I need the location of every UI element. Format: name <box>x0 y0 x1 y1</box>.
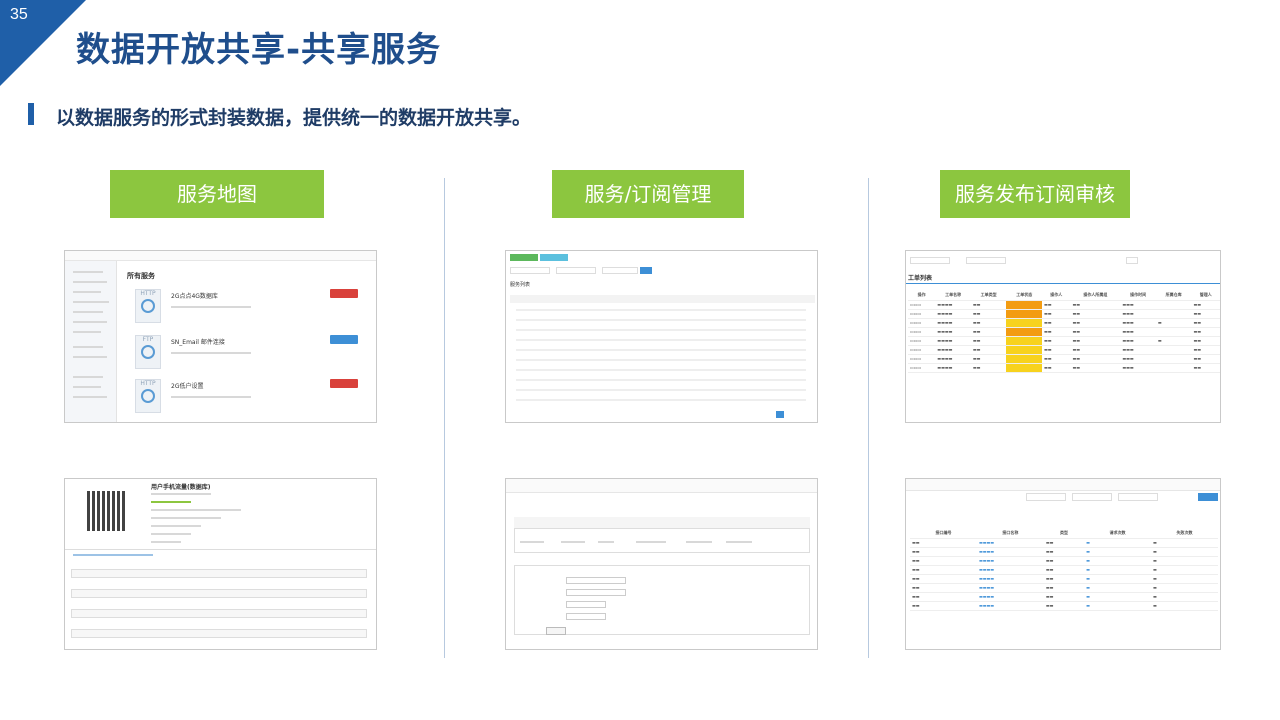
review-list-screenshot: 工单列表 操作 工单名称 工单类型 工单状态 操作人 操作人所属组 操作时间 所… <box>905 250 1221 423</box>
filter-input[interactable] <box>966 257 1006 264</box>
table-row: ▬▬ ▬▬▬▬ ▬▬ ▬ ▬ <box>910 583 1218 593</box>
service-action-button[interactable] <box>330 289 358 298</box>
interface-table: 接口编号 接口名称 类型 请求次数 失败次数 ▬▬ ▬▬▬▬ ▬▬ ▬ ▬ ▬▬ ▬▬▬▬… <box>910 529 1218 611</box>
review-list-heading: 工单列表 <box>908 275 933 282</box>
column-divider-1 <box>444 178 445 658</box>
column-divider-2 <box>868 178 869 658</box>
interface-list-screenshot: 接口编号 接口名称 类型 请求次数 失败次数 ▬▬ ▬▬▬▬ ▬▬ ▬ ▬ ▬▬ ▬▬▬▬… <box>905 478 1221 650</box>
table-row: ▭▭▭ ▬▬▬▬ ▬▬ ▬▬ ▬▬ ▬▬▬ ▬ ▬▬ <box>908 318 1220 328</box>
filter-input[interactable] <box>1118 493 1158 501</box>
table-row: ▬▬ ▬▬▬▬ ▬▬ ▬ ▬ <box>910 565 1218 575</box>
search-input[interactable] <box>556 267 596 274</box>
service-action-button[interactable] <box>330 379 358 388</box>
table-row: ▬▬ ▬▬▬▬ ▬▬ ▬ ▬ <box>910 601 1218 611</box>
table-row: ▭▭▭ ▬▬▬▬ ▬▬ ▬▬ ▬▬ ▬▬▬ ▬▬ <box>908 309 1220 319</box>
http-service-icon: HTTP <box>135 289 161 323</box>
export-button[interactable] <box>540 254 568 261</box>
filter-input[interactable] <box>1072 493 1112 501</box>
table-row: ▭▭▭ ▬▬▬▬ ▬▬ ▬▬ ▬▬ ▬▬▬ ▬▬ <box>908 345 1220 355</box>
filter-input[interactable] <box>910 257 950 264</box>
subscription-list-screenshot: 服务列表 <box>505 250 818 423</box>
section-label-service-map: 服务地图 <box>110 170 324 218</box>
submit-review-button[interactable] <box>546 627 566 635</box>
section-label-publish-review: 服务发布订阅审核 <box>940 170 1130 218</box>
service-list-tab: 服务列表 <box>510 282 531 288</box>
group-input[interactable] <box>566 589 626 596</box>
search-button[interactable] <box>1126 257 1138 264</box>
service-action-button[interactable] <box>330 335 358 344</box>
ftp-service-icon: FTP <box>135 335 161 369</box>
service-item-name: SN_Email 邮件连接 <box>171 339 225 346</box>
service-detail-screenshot: 用户手机流量(数据库) <box>64 478 377 650</box>
service-item-name: 2G低户设置 <box>171 383 204 390</box>
review-table: 操作 工单名称 工单类型 工单状态 操作人 操作人所属组 操作时间 所属仓库 管… <box>908 291 1220 373</box>
table-row: ▭▭▭ ▬▬▬▬ ▬▬ ▬▬ ▬▬ ▬▬▬ ▬▬ <box>908 354 1220 364</box>
reviewer-select[interactable] <box>566 613 606 620</box>
table-row: ▬▬ ▬▬▬▬ ▬▬ ▬ ▬ <box>910 538 1218 548</box>
table-row: ▭▭▭ ▬▬▬▬ ▬▬ ▬▬ ▬▬ ▬▬▬ ▬▬ <box>908 363 1220 373</box>
filter-input[interactable] <box>1026 493 1066 501</box>
service-item-name: 2G点点4G数据库 <box>171 293 218 300</box>
subtitle: 以数据服务的形式封装数据，提供统一的数据开放共享。 <box>56 107 532 129</box>
table-row: ▬▬ ▬▬▬▬ ▬▬ ▬ ▬ <box>910 592 1218 602</box>
table-row: ▭▭▭ ▬▬▬▬ ▬▬ ▬▬ ▬▬ ▬▬▬ ▬▬ <box>908 327 1220 337</box>
ticket-name-input[interactable] <box>566 577 626 584</box>
qr-code-image <box>87 491 127 531</box>
reviewer-group-select[interactable] <box>566 601 606 608</box>
table-row: ▬▬ ▬▬▬▬ ▬▬ ▬ ▬ <box>910 556 1218 566</box>
page-title: 数据开放共享-共享服务 <box>76 30 442 70</box>
status-select[interactable] <box>602 267 638 274</box>
search-button[interactable] <box>640 267 652 274</box>
subtitle-marker <box>28 103 34 125</box>
table-row: ▬▬ ▬▬▬▬ ▬▬ ▬ ▬ <box>910 547 1218 557</box>
section-label-service-management: 服务/订阅管理 <box>552 170 744 218</box>
service-map-heading: 所有服务 <box>127 272 155 280</box>
search-input[interactable] <box>510 267 550 274</box>
search-button[interactable] <box>1198 493 1218 501</box>
add-button[interactable] <box>510 254 538 261</box>
table-row: ▬▬ ▬▬▬▬ ▬▬ ▬ ▬ <box>910 574 1218 584</box>
service-detail-name: 用户手机流量(数据库) <box>151 484 211 491</box>
subscription-detail-screenshot <box>505 478 818 650</box>
page-number: 35 <box>10 6 28 23</box>
table-row: ▭▭▭ ▬▬▬▬ ▬▬ ▬▬ ▬▬ ▬▬▬ ▬ ▬▬ <box>908 336 1220 346</box>
pagination-current[interactable] <box>776 411 784 418</box>
service-map-screenshot: 所有服务 HTTP 2G点点4G数据库 FTP SN_Email 邮件连接 HT… <box>64 250 377 423</box>
http-service-icon: HTTP <box>135 379 161 413</box>
table-row: ▭▭▭ ▬▬▬▬ ▬▬ ▬▬ ▬▬ ▬▬▬ ▬▬ <box>908 300 1220 310</box>
